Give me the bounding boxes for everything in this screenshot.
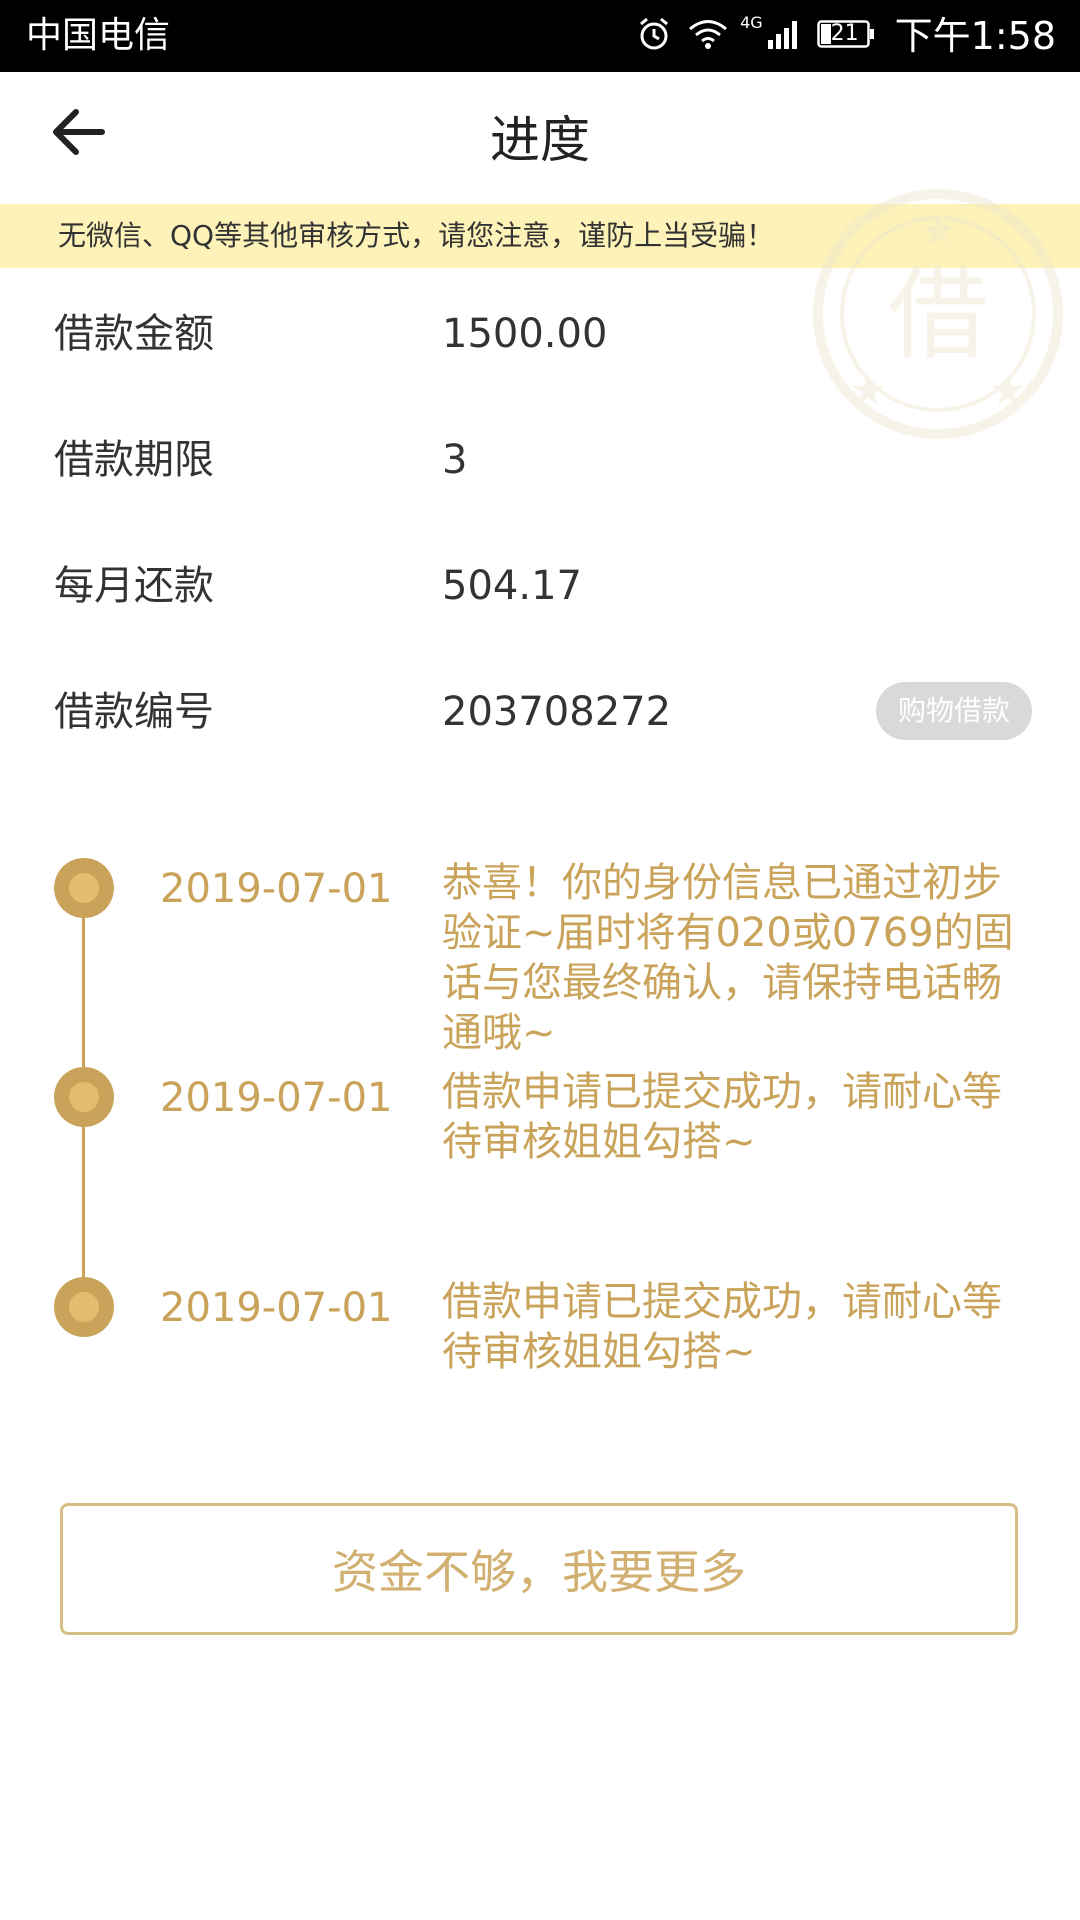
timeline-text: 借款申请已提交成功，请耐心等待审核姐姐勾搭~ — [442, 1069, 1002, 1165]
status-icons: 4G 21 下午1:58 — [620, 12, 1056, 60]
network-type: 4G — [740, 12, 763, 32]
loan-number-label: 借款编号 — [54, 689, 214, 735]
info-row-monthly: 每月还款 504.17 — [0, 546, 1080, 626]
info-row-number: 借款编号 203708272 购物借款 — [0, 672, 1080, 752]
monthly-label: 每月还款 — [54, 563, 214, 609]
signal-icon — [767, 18, 801, 54]
term-value: 3 — [442, 437, 468, 483]
timeline-dot-icon — [54, 1277, 114, 1337]
timeline-date: 2019-07-01 — [160, 866, 393, 912]
battery-icon: 21 — [816, 18, 877, 54]
wifi-icon — [688, 18, 728, 54]
timeline-date: 2019-07-01 — [160, 1075, 393, 1121]
info-row-amount: 借款金额 1500.00 — [0, 294, 1080, 374]
amount-label: 借款金额 — [54, 311, 214, 357]
timeline-text: 借款申请已提交成功，请耐心等待审核姐姐勾搭~ — [442, 1279, 1002, 1375]
timeline-dot-icon — [54, 1067, 114, 1127]
more-funds-button[interactable]: 资金不够，我要更多 — [60, 1503, 1018, 1635]
info-row-term: 借款期限 3 — [0, 420, 1080, 500]
loan-number-value: 203708272 — [442, 689, 672, 735]
monthly-value: 504.17 — [442, 563, 582, 609]
notice-text: 无微信、QQ等其他审核方式，请您注意，谨防上当受骗！ — [58, 219, 775, 252]
amount-value: 1500.00 — [442, 311, 608, 357]
term-label: 借款期限 — [54, 437, 214, 483]
timeline-dot-icon — [54, 858, 114, 918]
alarm-icon — [636, 16, 672, 56]
page-title: 进度 — [490, 111, 590, 169]
battery-level: 21 — [830, 21, 859, 46]
timeline-text: 恭喜！你的身份信息已通过初步验证~届时将有020或0769的固话与您最终确认，请… — [442, 860, 1014, 1056]
loan-type-badge: 购物借款 — [876, 682, 1032, 740]
carrier-name: 中国电信 — [26, 15, 171, 56]
status-bar: 中国电信 4G 21 下午1:58 — [0, 0, 1080, 72]
clock: 下午1:58 — [894, 14, 1056, 58]
timeline-date: 2019-07-01 — [160, 1285, 393, 1331]
